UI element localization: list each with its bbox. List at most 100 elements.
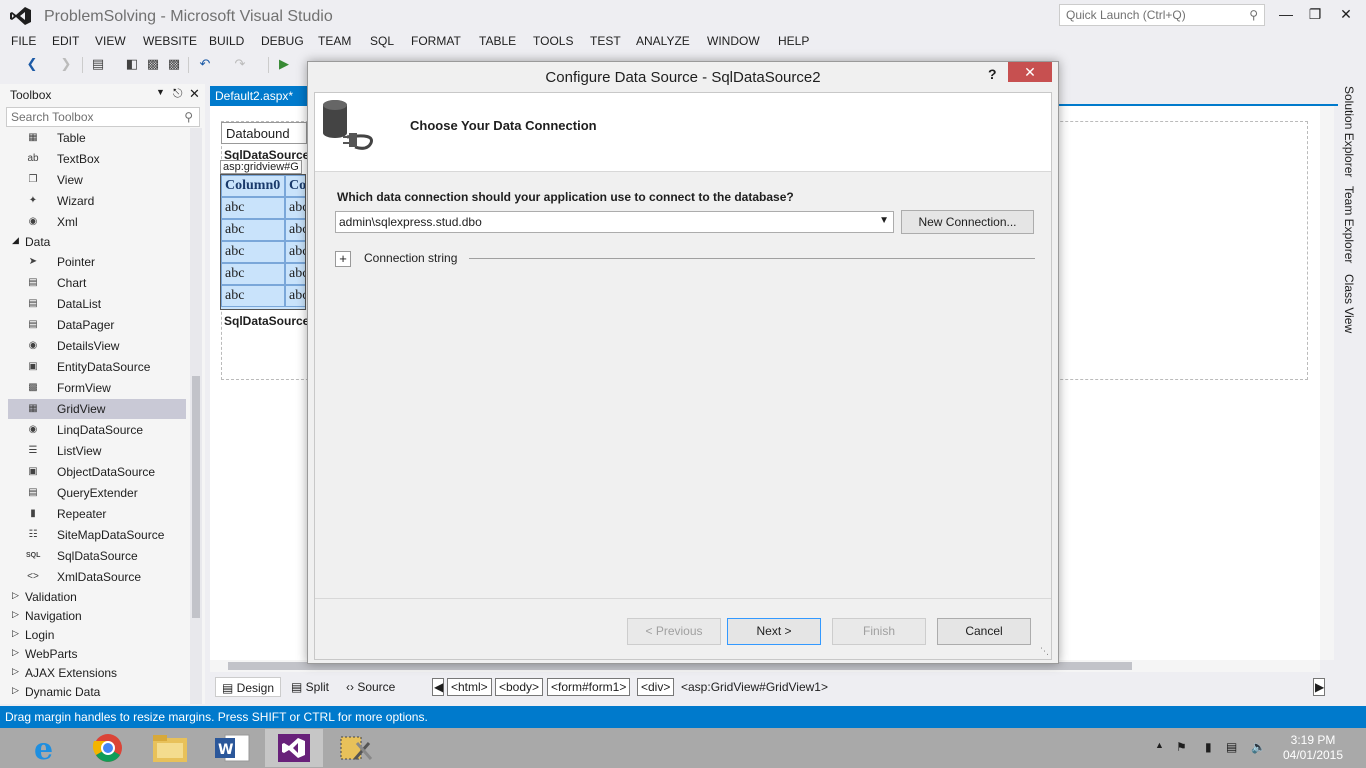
crumb-right-arrow-icon[interactable]: ▶: [1313, 678, 1325, 696]
redo-icon[interactable]: ↷: [232, 56, 248, 72]
menu-file[interactable]: FILE: [11, 34, 36, 48]
finish-button[interactable]: Finish: [832, 618, 926, 645]
next-button[interactable]: Next >: [727, 618, 821, 645]
toolbox-scrollbar[interactable]: [190, 128, 202, 704]
menu-build[interactable]: BUILD: [209, 34, 244, 48]
class-view-tab[interactable]: Class View: [1342, 274, 1356, 333]
crumb-html[interactable]: <html>: [447, 678, 492, 696]
menu-website[interactable]: WEBSITE: [143, 34, 197, 48]
datalist-icon: ▤: [28, 298, 38, 309]
toolbox-item[interactable]: ▩ FormView: [8, 378, 186, 398]
tools-icon: [340, 736, 373, 760]
databound-dropdown[interactable]: Databound: [221, 122, 307, 144]
crumb-form[interactable]: <form#form1>: [547, 678, 631, 696]
network-icon[interactable]: ▤: [1226, 740, 1237, 754]
start-debug-icon[interactable]: ▶: [276, 56, 292, 72]
designer-vertical-scrollbar[interactable]: [1320, 106, 1334, 660]
taskbar-tool[interactable]: [327, 729, 385, 767]
toolbox-item[interactable]: ab TextBox: [8, 149, 186, 169]
data-connection-select[interactable]: admin\sqlexpress.stud.dbo ▼: [335, 211, 894, 233]
new-project-icon[interactable]: ▤: [90, 56, 106, 72]
dialog-close-icon[interactable]: ✕: [1008, 62, 1052, 82]
toolbox-search-input[interactable]: Search Toolbox ⚲: [6, 107, 200, 127]
toolbox-item[interactable]: ❐ View: [8, 170, 186, 190]
menu-team[interactable]: TEAM: [318, 34, 351, 48]
window-close-icon[interactable]: ✕: [1336, 6, 1356, 23]
toolbox-item[interactable]: ▣ EntityDataSource: [8, 357, 186, 377]
toolbox-item[interactable]: ◉ LinqDataSource: [8, 420, 186, 440]
taskbar-visual-studio[interactable]: [265, 729, 323, 767]
cancel-button[interactable]: Cancel: [937, 618, 1031, 645]
menu-edit[interactable]: EDIT: [52, 34, 79, 48]
menu-tools[interactable]: TOOLS: [533, 34, 573, 48]
minimize-icon[interactable]: —: [1276, 6, 1296, 22]
volume-icon[interactable]: 🔈: [1251, 740, 1266, 754]
help-icon[interactable]: ?: [988, 66, 997, 82]
save-all-icon[interactable]: ▩: [166, 56, 182, 72]
toolbox-item[interactable]: ◉ DetailsView: [8, 336, 186, 356]
quick-launch-input[interactable]: Quick Launch (Ctrl+Q) ⚲: [1059, 4, 1265, 26]
solution-explorer-tab[interactable]: Solution Explorer: [1342, 86, 1356, 177]
split-view-button[interactable]: ▤ Split: [285, 677, 335, 697]
crumb-div[interactable]: <div>: [637, 678, 675, 696]
collapsed-arrow-icon: ▷: [12, 685, 19, 695]
clock[interactable]: 3:19 PM 04/01/2015: [1280, 733, 1346, 763]
toolbox-item[interactable]: ▤ DataList: [8, 294, 186, 314]
toolbox-item[interactable]: ▣ ObjectDataSource: [8, 462, 186, 482]
crumb-body[interactable]: <body>: [495, 678, 544, 696]
taskbar-chrome[interactable]: [79, 729, 137, 767]
panel-close-icon[interactable]: ✕: [189, 86, 200, 102]
scrollbar-thumb[interactable]: [192, 376, 200, 618]
forward-icon[interactable]: ❯: [58, 56, 74, 72]
crumb-gridview[interactable]: <asp:GridView#GridView1>: [681, 680, 828, 694]
gridview-control[interactable]: Column0 Col abc abc abc abc abc abc abc …: [220, 174, 306, 310]
toolbox-item[interactable]: ✦ Wizard: [8, 191, 186, 211]
toolbox-item[interactable]: ▮ Repeater: [8, 504, 186, 524]
menu-help[interactable]: HELP: [778, 34, 809, 48]
team-explorer-tab[interactable]: Team Explorer: [1342, 186, 1356, 263]
menu-table[interactable]: TABLE: [479, 34, 516, 48]
resize-grip-icon[interactable]: ⋱: [1040, 646, 1049, 657]
toolbox-item[interactable]: ▤ Chart: [8, 273, 186, 293]
crumb-left-arrow-icon[interactable]: ◀: [432, 678, 444, 696]
xml-icon: ◉: [28, 216, 38, 227]
sqldatasource-control-2[interactable]: SqlDataSource: [224, 314, 309, 328]
expand-connection-string-button[interactable]: +: [335, 251, 351, 267]
toolbox-item[interactable]: ☷ SiteMapDataSource: [8, 525, 186, 545]
chrome-icon: [92, 734, 122, 762]
previous-button[interactable]: < Previous: [627, 618, 721, 645]
toolbox-item[interactable]: ☰ ListView: [8, 441, 186, 461]
network-flag-icon[interactable]: ⚑: [1176, 740, 1187, 754]
taskbar-internet-explorer[interactable]: e: [18, 729, 76, 767]
battery-icon[interactable]: ▮: [1205, 740, 1212, 754]
menu-debug[interactable]: DEBUG: [261, 34, 304, 48]
pin-icon[interactable]: ⎋: [173, 86, 183, 101]
toolbox-item[interactable]: ▤ QueryExtender: [8, 483, 186, 503]
menu-view[interactable]: VIEW: [95, 34, 126, 48]
menu-window[interactable]: WINDOW: [707, 34, 760, 48]
toolbox-item[interactable]: ▤ DataPager: [8, 315, 186, 335]
open-file-icon[interactable]: ◧: [124, 56, 140, 72]
menu-sql[interactable]: SQL: [370, 34, 394, 48]
taskbar-file-explorer[interactable]: [141, 729, 199, 767]
new-connection-button[interactable]: New Connection...: [901, 210, 1034, 234]
toolbox-item[interactable]: ➤ Pointer: [8, 252, 186, 272]
tab-default2-aspx[interactable]: Default2.aspx*: [210, 86, 312, 106]
show-hidden-icons[interactable]: ▲: [1155, 740, 1164, 750]
menu-format[interactable]: FORMAT: [411, 34, 461, 48]
undo-icon[interactable]: ↶: [197, 56, 213, 72]
taskbar-word[interactable]: W: [203, 729, 261, 767]
toolbox-item-selected[interactable]: ▦ GridView: [8, 399, 186, 419]
design-view-button[interactable]: ▤ Design: [215, 677, 282, 697]
toolbox-item[interactable]: <> XmlDataSource: [8, 567, 186, 587]
toolbox-item[interactable]: ▦ Table: [8, 128, 186, 148]
menu-analyze[interactable]: ANALYZE: [636, 34, 690, 48]
toolbox-item[interactable]: SQL SqlDataSource: [8, 546, 186, 566]
toolbox-item[interactable]: ◉ Xml: [8, 212, 186, 232]
back-icon[interactable]: ❮: [24, 56, 40, 72]
source-view-button[interactable]: ‹› Source: [340, 677, 401, 697]
save-icon[interactable]: ▩: [145, 56, 161, 72]
dropdown-icon[interactable]: ▼: [156, 87, 165, 97]
restore-icon[interactable]: ❐: [1305, 6, 1325, 23]
menu-test[interactable]: TEST: [590, 34, 621, 48]
